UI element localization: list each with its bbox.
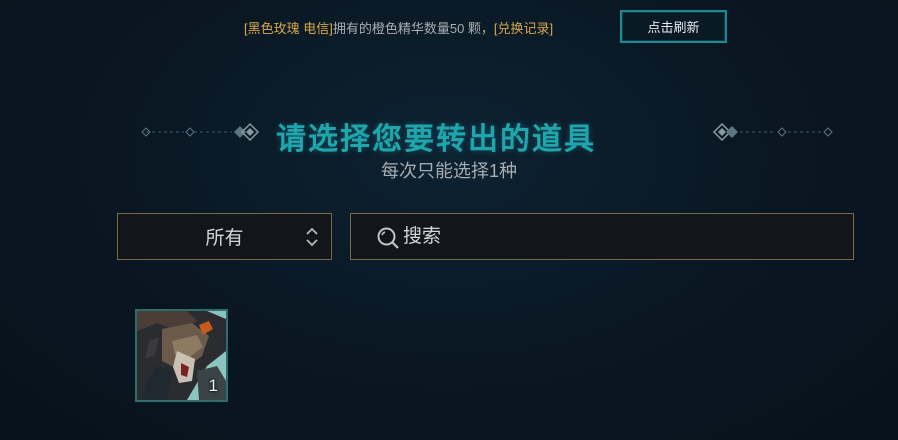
essence-info: [黑色玫瑰 电信]拥有的橙色精华数量50 颗，[兑换记录] [244,18,553,37]
right-ornament-icon [712,122,833,142]
category-select-value: 所有 [205,228,244,249]
page-title: 请选择您要转出的道具 [276,122,596,157]
chevron-up-down-icon [306,227,318,247]
item-count: 1 [208,376,218,395]
essence-count-text: 拥有的橙色精华数量50 颗， [332,21,494,36]
category-select[interactable]: 所有 [117,213,332,260]
account-name: [黑色玫瑰 电信] [244,21,333,36]
search-icon [377,227,399,249]
page-subtitle: 每次只能选择1种 [380,161,517,181]
search-input[interactable] [403,214,843,259]
exchange-history-link[interactable]: [兑换记录] [494,21,553,36]
search-box[interactable] [350,213,854,260]
heading-row: 请选择您要转出的道具 [0,112,898,157]
item-tile[interactable]: 1 [135,309,228,402]
refresh-button[interactable]: 点击刷新 [620,10,727,43]
left-ornament-icon [141,122,260,142]
top-bar: [黑色玫瑰 电信]拥有的橙色精华数量50 颗，[兑换记录] 点击刷新 [0,10,898,43]
